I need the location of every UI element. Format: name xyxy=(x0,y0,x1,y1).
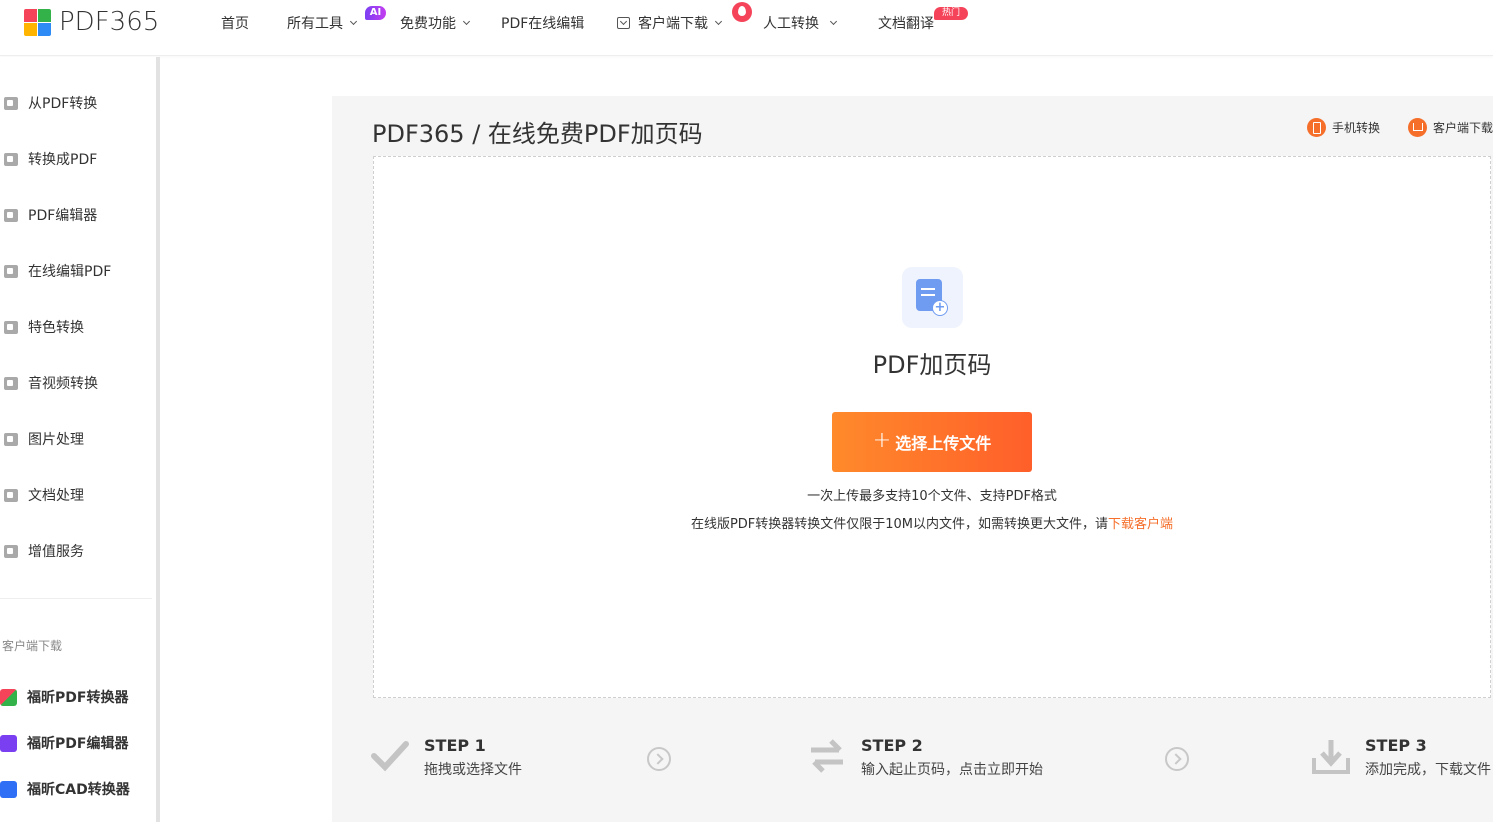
sidebar-item-featured[interactable]: 特色转换 xyxy=(0,307,155,347)
nav-manual-convert-label: 人工转换 xyxy=(763,16,819,32)
sidebar-item-label: 增值服务 xyxy=(28,544,84,560)
sidebar-item-label: PDF编辑器 xyxy=(28,208,98,224)
logo-mark-icon xyxy=(24,8,51,36)
sidebar-item-label: 转换成PDF xyxy=(28,152,98,168)
sidebar-item-media[interactable]: 音视频转换 xyxy=(0,363,155,403)
nav-doc-translate[interactable]: 文档翻译 xyxy=(878,13,934,33)
sidebar-item-image[interactable]: 图片处理 xyxy=(0,419,155,459)
client-download-label: 客户端下载 xyxy=(1433,121,1493,135)
nav-home[interactable]: 首页 xyxy=(221,13,249,33)
nav-client-download-label: 客户端下载 xyxy=(638,16,708,32)
select-upload-button[interactable]: + 选择上传文件 xyxy=(832,412,1032,472)
download-icon xyxy=(1408,118,1427,137)
sidebar-item-document[interactable]: 文档处理 xyxy=(0,475,155,515)
upload-dropzone[interactable]: + PDF加页码 + 选择上传文件 一次上传最多支持10个文件、支持PDF格式 … xyxy=(373,156,1491,698)
app-foxit-editor[interactable]: 福昕PDF编辑器 xyxy=(0,731,128,755)
chevron-down-icon xyxy=(714,17,723,25)
foxit-editor-icon xyxy=(0,734,17,752)
pdf-editor-icon xyxy=(4,208,18,222)
mobile-convert-link[interactable]: 手机转换 xyxy=(1307,118,1380,137)
top-header: PDF365 首页 所有工具 AI 免费功能 PDF在线编辑 客户端下载 人工转… xyxy=(0,0,1493,56)
step-1: STEP 1 拖拽或选择文件 xyxy=(370,736,522,779)
step-desc: 输入起止页码，点击立即开始 xyxy=(861,762,1043,778)
chevron-down-icon xyxy=(829,17,838,25)
step-2: STEP 2 输入起止页码，点击立即开始 xyxy=(807,736,1043,779)
media-icon xyxy=(4,376,18,390)
download-icon xyxy=(617,17,630,29)
chevron-down-icon xyxy=(462,17,471,25)
nav-manual-convert[interactable]: 人工转换 xyxy=(763,13,838,33)
app-foxit-cad[interactable]: 福昕CAD转换器 xyxy=(0,777,130,801)
logo[interactable]: PDF365 xyxy=(24,7,160,37)
sidebar-item-online-edit[interactable]: 在线编辑PDF xyxy=(0,251,155,291)
step-desc: 拖拽或选择文件 xyxy=(424,762,522,778)
download-client-link[interactable]: 下载客户端 xyxy=(1108,517,1173,532)
step-title: STEP 2 xyxy=(861,736,923,755)
sidebar-item-label: 文档处理 xyxy=(28,488,84,504)
sidebar-item-label: 音视频转换 xyxy=(28,376,98,392)
nav-client-download[interactable]: 客户端下载 xyxy=(617,13,723,33)
fire-icon xyxy=(732,2,752,22)
app-label: 福昕PDF转换器 xyxy=(27,690,129,706)
app-label: 福昕PDF编辑器 xyxy=(27,736,129,752)
nav-all-tools-label: 所有工具 xyxy=(287,16,343,32)
ai-badge: AI xyxy=(365,6,386,20)
nav-pdf-online-edit-label: PDF在线编辑 xyxy=(501,16,585,32)
step-desc: 添加完成，下载文件 xyxy=(1365,762,1491,778)
mobile-convert-label: 手机转换 xyxy=(1332,121,1381,135)
phone-icon xyxy=(1307,118,1326,137)
add-file-icon: + xyxy=(902,267,963,328)
client-download-caption: 客户端下载 xyxy=(2,639,63,653)
hot-badge: 热门 xyxy=(934,7,968,20)
checkmark-icon xyxy=(370,736,410,776)
sidebar-item-from-pdf[interactable]: 从PDF转换 xyxy=(0,83,155,123)
sidebar-item-label: 特色转换 xyxy=(28,320,84,336)
nav-pdf-online-edit[interactable]: PDF在线编辑 xyxy=(501,13,584,33)
online-edit-icon xyxy=(4,264,18,278)
upload-note: 一次上传最多支持10个文件、支持PDF格式 xyxy=(807,489,1057,504)
foxit-cad-icon xyxy=(0,780,17,798)
client-download-link[interactable]: 客户端下载 xyxy=(1408,118,1493,137)
chevron-down-icon xyxy=(349,17,358,25)
sidebar-item-value-added[interactable]: 增值服务 xyxy=(0,531,155,571)
plus-icon: + xyxy=(872,428,892,453)
convert-to-pdf-icon xyxy=(4,152,18,166)
step-arrow-icon xyxy=(647,747,671,771)
pdf-convert-from-icon xyxy=(4,96,18,110)
step-title: STEP 1 xyxy=(424,736,486,755)
tool-title: PDF加页码 xyxy=(872,351,992,379)
nav-doc-translate-label: 文档翻译 xyxy=(878,16,934,32)
sidebar: 从PDF转换 转换成PDF PDF编辑器 在线编辑PDF 特色转换 音视频转换 … xyxy=(0,57,160,822)
foxit-converter-icon xyxy=(0,688,17,706)
nav-free-features[interactable]: 免费功能 xyxy=(400,13,471,33)
sidebar-item-label: 在线编辑PDF xyxy=(28,264,112,280)
app-label: 福昕CAD转换器 xyxy=(27,782,130,798)
sidebar-item-label: 从PDF转换 xyxy=(28,96,98,112)
step-3: STEP 3 添加完成，下载文件 xyxy=(1311,736,1491,779)
step-arrow-icon xyxy=(1165,747,1189,771)
plus-icon: + xyxy=(932,300,948,316)
step-title: STEP 3 xyxy=(1365,736,1427,755)
size-limit-text: 在线版PDF转换器转换文件仅限于10M以内文件，如需转换更大文件，请 xyxy=(690,517,1109,532)
nav-all-tools[interactable]: 所有工具 xyxy=(287,13,358,33)
sidebar-item-to-pdf[interactable]: 转换成PDF xyxy=(0,139,155,179)
list-icon xyxy=(4,544,18,558)
breadcrumb: PDF365 / 在线免费PDF加页码 xyxy=(372,120,703,148)
image-icon xyxy=(4,432,18,446)
download-tray-icon xyxy=(1311,736,1351,776)
upload-button-label: 选择上传文件 xyxy=(895,434,992,453)
sidebar-divider xyxy=(0,598,152,599)
app-foxit-converter[interactable]: 福昕PDF转换器 xyxy=(0,685,128,709)
document-icon xyxy=(4,488,18,502)
nav-free-features-label: 免费功能 xyxy=(400,16,456,32)
logo-text: PDF365 xyxy=(59,7,160,37)
size-limit-note: 在线版PDF转换器转换文件仅限于10M以内文件，如需转换更大文件，请下载客户端 xyxy=(374,513,1490,532)
nav-home-label: 首页 xyxy=(221,16,249,32)
main-panel: PDF365 / 在线免费PDF加页码 手机转换 客户端下载 + PDF加页码 … xyxy=(332,96,1493,822)
sidebar-item-label: 图片处理 xyxy=(28,432,84,448)
star-badge-icon xyxy=(4,320,18,334)
sidebar-item-pdf-editor[interactable]: PDF编辑器 xyxy=(0,195,155,235)
swap-arrows-icon xyxy=(807,736,847,776)
